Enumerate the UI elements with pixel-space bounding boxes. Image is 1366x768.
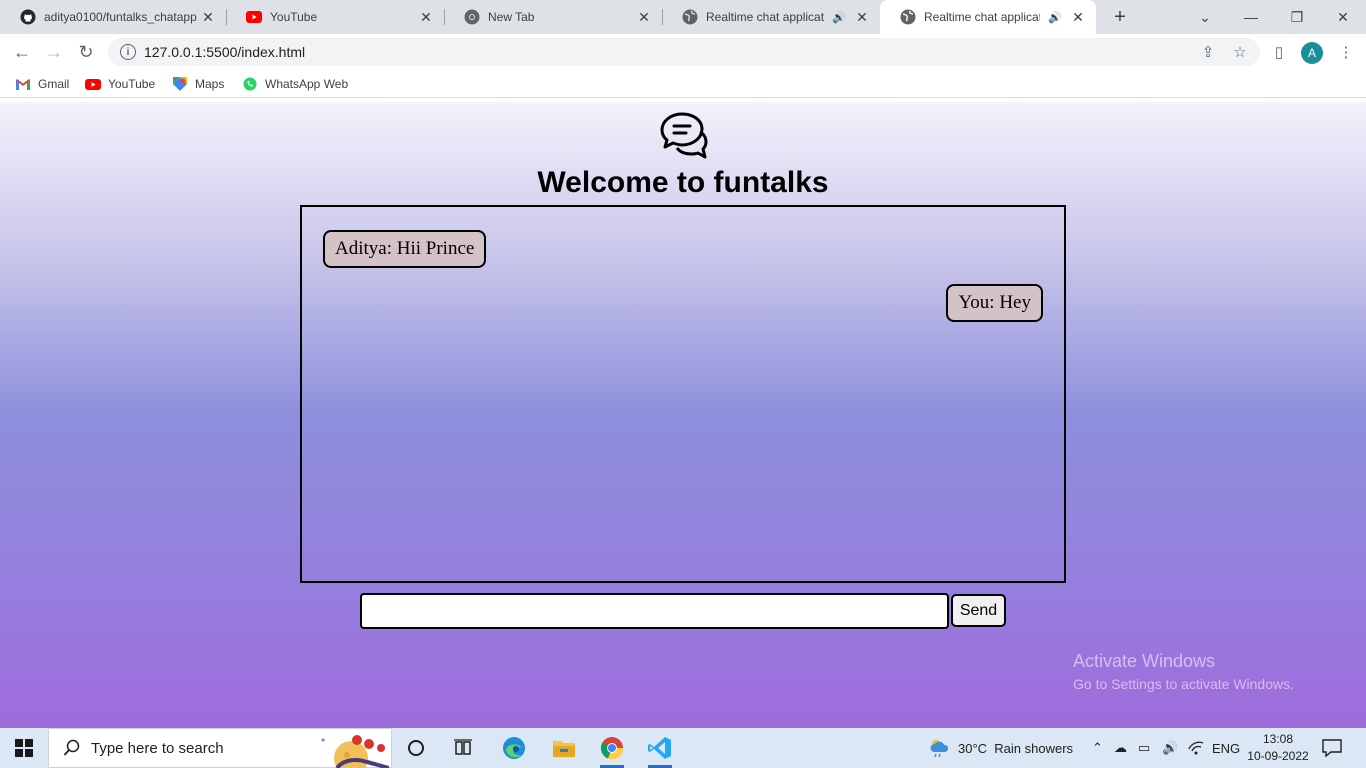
bookmark-label: WhatsApp Web [265, 77, 349, 91]
weather-text: 30°C Rain showers [958, 740, 1074, 756]
task-view-icon[interactable] [440, 728, 488, 768]
page-content: Welcome to funtalks Aditya: Hii Prince Y… [0, 102, 1366, 728]
close-tab-icon[interactable]: ✕ [854, 9, 870, 25]
show-hidden-icons[interactable]: ⌃ [1092, 728, 1103, 768]
message-received: Aditya: Hii Prince [323, 230, 487, 268]
youtube-icon [246, 9, 262, 25]
tab-search-icon[interactable]: ⌄ [1182, 0, 1228, 34]
edge-icon[interactable] [490, 728, 538, 768]
youtube-icon [85, 77, 101, 91]
share-icon[interactable]: ⇪ [1194, 38, 1222, 66]
tab-chat-app[interactable]: Realtime chat application 🔊 ✕ [662, 0, 880, 34]
speaker-icon[interactable]: 🔊 [1048, 11, 1062, 24]
activate-windows-watermark: Activate Windows Go to Settings to activ… [1073, 651, 1294, 692]
chat-bubbles-icon [660, 112, 708, 159]
language-indicator[interactable]: ENG [1212, 728, 1240, 768]
bookmark-gmail[interactable]: Gmail [15, 75, 69, 93]
chrome-taskbar-icon[interactable] [588, 728, 636, 768]
gmail-icon [15, 77, 31, 91]
send-button[interactable]: Send [951, 594, 1006, 627]
windows-logo-icon [15, 739, 33, 757]
tab-title: aditya0100/funtalks_chatapp [44, 10, 197, 24]
profile-avatar[interactable]: A [1301, 42, 1323, 64]
message-container[interactable]: Aditya: Hii Prince You: Hey [300, 205, 1066, 583]
close-tab-icon[interactable]: ✕ [1070, 9, 1086, 25]
bookmark-maps[interactable]: Maps [172, 75, 224, 93]
cortana-icon[interactable] [392, 728, 440, 768]
message-input[interactable] [360, 593, 949, 629]
onedrive-icon[interactable]: ☁ [1114, 728, 1127, 768]
tab-title: Realtime chat application [924, 10, 1040, 24]
reload-button[interactable]: ↻ [72, 38, 100, 66]
close-tab-icon[interactable]: ✕ [200, 9, 216, 25]
new-tab-button[interactable]: + [1108, 5, 1132, 29]
search-icon [63, 739, 80, 756]
clock-date: 10-09-2022 [1247, 749, 1309, 763]
address-bar[interactable]: i 127.0.0.1:5500/index.html [108, 38, 1260, 66]
site-info-icon[interactable]: i [120, 44, 136, 60]
page-title: Welcome to funtalks [537, 166, 829, 199]
start-button[interactable] [0, 728, 48, 768]
tab-strip: aditya0100/funtalks_chatapp ✕ YouTube ✕ … [0, 0, 1366, 34]
file-explorer-icon[interactable] [540, 728, 588, 768]
bookmark-whatsapp[interactable]: WhatsApp Web [242, 75, 348, 93]
search-placeholder: Type here to search [91, 739, 224, 757]
close-window-button[interactable]: ✕ [1320, 0, 1366, 34]
clock-time: 13:08 [1262, 732, 1294, 746]
bookmark-star-icon[interactable]: ☆ [1226, 38, 1254, 66]
back-button[interactable]: ← [8, 38, 36, 66]
notifications-icon[interactable] [1322, 728, 1342, 768]
message-sent: You: Hey [946, 284, 1043, 322]
tab-title: YouTube [270, 10, 318, 24]
wifi-icon[interactable] [1188, 728, 1204, 768]
close-tab-icon[interactable]: ✕ [636, 9, 652, 25]
tab-new-tab[interactable]: New Tab ✕ [444, 0, 662, 34]
tab-title: New Tab [488, 10, 535, 24]
windows-taskbar: Type here to search 30°C Rain showers ⌃ … [0, 728, 1366, 768]
bookmark-label: Gmail [38, 77, 70, 91]
close-tab-icon[interactable]: ✕ [418, 9, 434, 25]
tab-youtube[interactable]: YouTube ✕ [226, 0, 444, 34]
minimize-button[interactable]: — [1228, 0, 1274, 34]
github-icon [20, 9, 36, 25]
volume-icon[interactable]: 🔊 [1162, 728, 1178, 768]
side-panel-icon[interactable]: ▯ [1265, 38, 1293, 66]
forward-button[interactable]: → [40, 38, 68, 66]
tab-github[interactable]: aditya0100/funtalks_chatapp ✕ [0, 0, 226, 34]
restore-button[interactable]: ❐ [1274, 0, 1320, 34]
search-highlight-icon [321, 735, 389, 768]
taskbar-search-box[interactable]: Type here to search [48, 728, 392, 768]
browser-toolbar: ← → ↻ i 127.0.0.1:5500/index.html ⇪ ☆ ▯ … [0, 34, 1366, 70]
maps-icon [172, 77, 188, 91]
speaker-icon[interactable]: 🔊 [832, 11, 846, 24]
tab-title: Realtime chat application [706, 10, 825, 24]
bookmark-youtube[interactable]: YouTube [85, 75, 155, 93]
rain-cloud-icon [930, 740, 949, 758]
watermark-subtitle: Go to Settings to activate Windows. [1073, 676, 1294, 692]
whatsapp-icon [242, 77, 258, 91]
chrome-icon [464, 9, 480, 25]
url-text: 127.0.0.1:5500/index.html [144, 44, 306, 60]
more-menu-icon[interactable]: ⋮ [1332, 38, 1360, 66]
bookmarks-bar: Gmail YouTube Maps WhatsApp Web [0, 70, 1366, 98]
globe-icon [900, 9, 916, 25]
tab-chat-app-active[interactable]: Realtime chat application 🔊 ✕ [880, 0, 1096, 34]
bookmark-label: YouTube [108, 77, 156, 91]
weather-widget[interactable]: 30°C Rain showers [928, 728, 1073, 768]
bookmark-label: Maps [195, 77, 225, 91]
vscode-icon[interactable] [636, 728, 684, 768]
battery-icon[interactable]: ▭ [1138, 728, 1150, 768]
watermark-title: Activate Windows [1073, 651, 1216, 671]
globe-icon [682, 9, 698, 25]
taskbar-clock[interactable]: 13:08 10-09-2022 [1246, 731, 1310, 765]
